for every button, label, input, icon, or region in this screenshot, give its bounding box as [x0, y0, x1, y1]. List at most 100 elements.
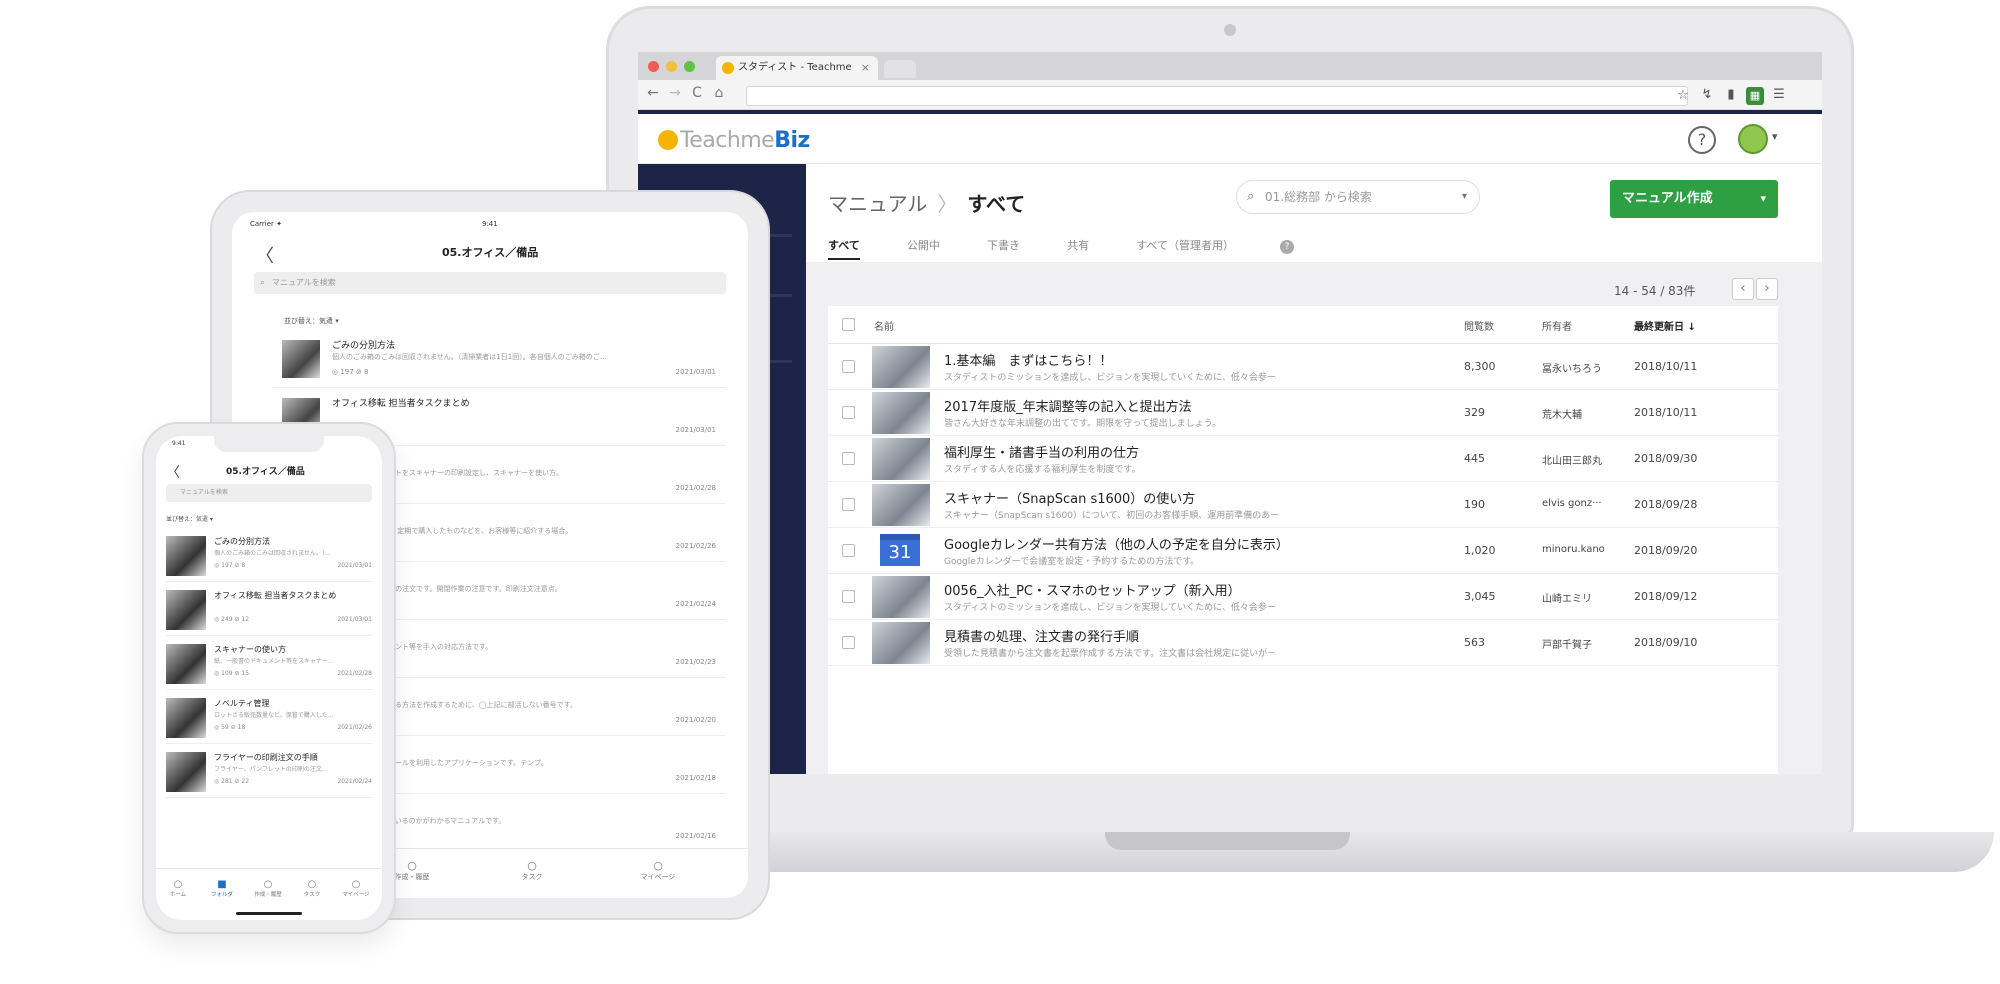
forward-arrow-icon[interactable]: → [666, 85, 684, 101]
create-manual-button[interactable]: マニュアル作成 ▾ [1610, 180, 1778, 218]
row-views: 3,045 [1464, 590, 1496, 603]
table-row[interactable]: スキャナー（SnapScan s1600）の使い方 スキャナー（SnapScan … [828, 482, 1778, 528]
row-thumbnail [872, 484, 930, 526]
nav-folder[interactable]: フォルダ [202, 879, 242, 898]
back-arrow-icon[interactable]: 〈 [256, 242, 274, 268]
row-date: 2018/09/12 [1634, 590, 1698, 603]
list-item[interactable]: オフィス移転 担当者タスクまとめ ◎ 249 ⊘ 12 2021/03/01 [166, 582, 372, 636]
avatar[interactable] [1738, 124, 1768, 154]
row-checkbox[interactable] [842, 636, 855, 649]
item-date: 2021/02/28 [337, 670, 372, 677]
nav-task[interactable]: タスク [502, 859, 562, 882]
pagination-count: 14 - 54 / 83件 [1614, 284, 1696, 298]
search-input[interactable]: マニュアルを検索 [254, 272, 726, 294]
nav-create-history[interactable]: 作成・履歴 [248, 879, 288, 898]
breadcrumb-root[interactable]: マニュアル [828, 192, 927, 216]
nav-mypage[interactable]: マイページ [628, 859, 688, 882]
search-input[interactable]: ⌕ 01.総務部 から検索 ▾ [1236, 180, 1480, 214]
chevron-down-icon[interactable]: ▾ [1462, 181, 1467, 213]
table-row[interactable]: 0056_入社_PC・スマホのセットアップ（新入用） スタディストのミッションを達… [828, 574, 1778, 620]
tab-shared[interactable]: 共有 [1067, 234, 1089, 258]
chevron-down-icon[interactable]: ▾ [1772, 130, 1778, 143]
row-title[interactable]: 2017年度版_年末調整等の記入と提出方法 [944, 396, 1192, 415]
sort-dropdown[interactable]: 並び替え：気遣 ▾ [166, 514, 213, 523]
chevron-down-icon[interactable]: ▾ [1760, 180, 1766, 218]
tab-draft[interactable]: 下書き [987, 234, 1020, 258]
extension-icon[interactable]: ↯ [1698, 87, 1716, 105]
row-title[interactable]: 1.基本編 まずはこちら！！ [944, 350, 1112, 369]
create-manual-label: マニュアル作成 [1622, 191, 1713, 206]
row-checkbox[interactable] [842, 360, 855, 373]
table-row[interactable]: 2017年度版_年末調整等の記入と提出方法 皆さん大好きな年末調整の出てです。期限… [828, 390, 1778, 436]
row-subtitle: Googleカレンダーで会議室を設定・予約するための方法です。 [944, 557, 1200, 567]
breadcrumb: マニュアル〉すべて [828, 188, 1025, 217]
row-checkbox[interactable] [842, 406, 855, 419]
select-all-checkbox[interactable] [842, 318, 855, 331]
address-bar[interactable] [746, 86, 1688, 106]
table-row[interactable]: 1.基本編 まずはこちら！！ スタディストのミッションを達成し、ビジョンを実現して… [828, 344, 1778, 390]
info-icon[interactable]: ? [1279, 240, 1294, 254]
prev-page-button[interactable]: ‹ [1732, 278, 1754, 300]
tab-published[interactable]: 公開中 [907, 234, 940, 258]
nav-task[interactable]: タスク [292, 879, 332, 898]
row-thumbnail [872, 622, 930, 664]
teachme-biz-logo[interactable]: TeachmeBiz [658, 128, 810, 153]
row-checkbox[interactable] [842, 498, 855, 511]
phone-screen: 9:41 〈 05.オフィス／備品 マニュアルを検索 並び替え：気遣 ▾ ごみの… [156, 436, 382, 920]
row-checkbox[interactable] [842, 590, 855, 603]
help-icon[interactable]: ? [1688, 126, 1716, 154]
list-item[interactable]: ごみの分別方法 個人のごみ箱のごみは回収されません。（… ◎ 197 ⊘ 8 2021… [166, 528, 372, 582]
home-icon[interactable]: ⌂ [710, 85, 728, 101]
breadcrumb-separator: 〉 [937, 192, 958, 216]
window-minimize-button[interactable] [666, 61, 677, 72]
row-thumbnail [872, 576, 930, 618]
bookmark-star-icon[interactable]: ☆ [1674, 88, 1692, 106]
extension-icon[interactable]: ▦ [1746, 87, 1764, 105]
row-checkbox[interactable] [842, 544, 855, 557]
item-date: 2021/02/16 [675, 832, 716, 840]
nav-mypage[interactable]: マイページ [336, 879, 376, 898]
table-row[interactable]: 31 Googleカレンダー共有方法（他の人の予定を自分に表示） Googleカレン… [828, 528, 1778, 574]
row-title[interactable]: Googleカレンダー共有方法（他の人の予定を自分に表示） [944, 534, 1289, 553]
nav-home[interactable]: ホーム [158, 879, 198, 898]
item-thumbnail [166, 536, 206, 576]
item-date: 2021/03/01 [337, 562, 372, 569]
window-zoom-button[interactable] [684, 61, 695, 72]
tab-close-icon[interactable]: × [861, 56, 870, 80]
search-input[interactable]: マニュアルを検索 [166, 484, 372, 502]
new-tab-button[interactable] [884, 60, 916, 78]
list-item[interactable]: ノベルティ管理 ロットさる販売数量など、保管で購入した… ◎ 59 ⊘ 18 2021… [166, 690, 372, 744]
col-updated[interactable]: 最終更新日 ↓ [1634, 318, 1696, 333]
tab-all[interactable]: すべて [828, 234, 860, 260]
row-checkbox[interactable] [842, 452, 855, 465]
back-arrow-icon[interactable]: ← [644, 85, 662, 101]
item-thumbnail [166, 590, 206, 630]
col-name[interactable]: 名前 [874, 318, 894, 333]
col-views[interactable]: 閲覧数 [1464, 318, 1494, 333]
item-thumbnail [166, 698, 206, 738]
item-subtitle: 紙、一般書のドキュメント等をスキャナー… [214, 658, 335, 665]
tab-all-admin[interactable]: すべて（管理者用）? [1136, 234, 1336, 258]
list-item[interactable]: ごみの分別方法 個人のごみ箱のごみは回収されません。（清掃業者は1日1回）。各自個… [272, 330, 726, 388]
window-close-button[interactable] [648, 61, 659, 72]
browser-tab[interactable]: スタディスト - Teachme × [716, 56, 878, 80]
back-arrow-icon[interactable]: 〈 [166, 462, 180, 482]
list-item[interactable]: スキャナーの使い方 紙、一般書のドキュメント等をスキャナー… ◎ 109 ⊘ 15 2… [166, 636, 372, 690]
reload-icon[interactable]: C [688, 85, 706, 101]
extension-icon[interactable]: ▮ [1722, 87, 1740, 105]
item-subtitle: フライヤー、パンフレットの印刷の注文… [214, 766, 328, 773]
row-title[interactable]: 0056_入社_PC・スマホのセットアップ（新入用） [944, 580, 1241, 599]
list-item[interactable]: フライヤーの印刷注文の手順 フライヤー、パンフレットの印刷の注文… ◎ 281 ⊘ … [166, 744, 372, 798]
phone-status-time: 9:41 [172, 440, 186, 447]
next-page-button[interactable]: › [1756, 278, 1778, 300]
menu-icon[interactable]: ☰ [1770, 87, 1788, 105]
row-title[interactable]: スキャナー（SnapScan s1600）の使い方 [944, 488, 1195, 507]
row-title[interactable]: 見積書の処理、注文書の発行手順 [944, 626, 1139, 645]
col-owner[interactable]: 所有者 [1542, 318, 1572, 333]
row-views: 445 [1464, 452, 1485, 465]
table-row[interactable]: 福利厚生・諸書手当の利用の仕方 スタディする人を応援する福利厚生を制度です。 445… [828, 436, 1778, 482]
sort-dropdown[interactable]: 並び替え：気遣 ▾ [284, 316, 339, 326]
table-row[interactable]: 見積書の処理、注文書の発行手順 受領した見積書から注文書を起票作成する方法です。注… [828, 620, 1778, 666]
item-meta: ◎ 249 ⊘ 12 [214, 616, 250, 623]
row-title[interactable]: 福利厚生・諸書手当の利用の仕方 [944, 442, 1139, 461]
